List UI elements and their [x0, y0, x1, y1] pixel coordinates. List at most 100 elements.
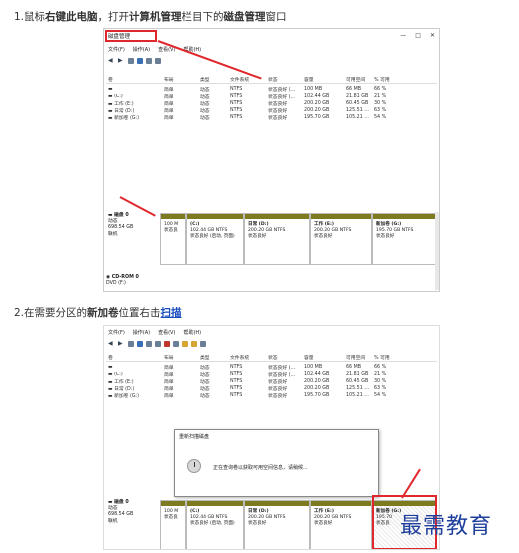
col-capacity[interactable]: 容量: [304, 354, 346, 361]
menu-file[interactable]: 文件(F): [108, 46, 125, 55]
partition-c[interactable]: (C:) 102.44 GB NTFS 状态良好 (启动, 页面): [186, 213, 244, 265]
partition-bar: [245, 501, 309, 506]
volume-filesystem: NTFS: [230, 114, 243, 120]
list-icon[interactable]: [155, 58, 161, 64]
watermark-text: 最需教育: [400, 514, 493, 539]
scan-link[interactable]: 扫描: [161, 307, 182, 319]
col-filesystem[interactable]: 文件系统: [230, 76, 268, 83]
table-row[interactable]: ▬ (C:) 简单 动态 NTFS 状态良好 (... 102.44 GB 21…: [106, 371, 437, 378]
table-row[interactable]: ▬ 日常 (D:) 简单 动态 NTFS 状态良好 200.20 GB 125.…: [106, 385, 437, 392]
menu-action[interactable]: 操作(A): [133, 46, 150, 55]
volume-capacity: 200.20 GB: [304, 385, 330, 391]
checkmark-icon[interactable]: [173, 341, 179, 347]
back-arrow-icon[interactable]: ◀: [108, 341, 115, 347]
partition-e[interactable]: 工作 (E:) 200.20 GB NTFS 状态良好: [310, 213, 372, 265]
list-icon[interactable]: [155, 341, 161, 347]
volume-status: 状态良好: [268, 386, 288, 392]
table-row[interactable]: ▬ (C:) 简单 动态 NTFS 状态良好 (... 102.44 GB 21…: [106, 93, 437, 100]
volume-filesystem: NTFS: [230, 392, 243, 398]
table-row[interactable]: ▬ 新加卷 (G:) 简单 动态 NTFS 状态良好 195.70 GB 105…: [106, 114, 437, 121]
properties-icon[interactable]: [146, 58, 152, 64]
partition-g[interactable]: 新加卷 (G:) 195.70 GB NTFS 状态良好: [372, 213, 436, 265]
partition-d[interactable]: 日常 (D:) 200.20 GB NTFS 状态良好: [244, 500, 310, 549]
disk-name: 磁盘 0: [114, 213, 129, 218]
col-percent[interactable]: % 可用: [374, 354, 406, 361]
volume-name: ▬ 工作 (E:): [108, 379, 134, 385]
cdrom-label[interactable]: ◉ CD-ROM 0 DVD (F:): [106, 275, 139, 287]
volume-layout: 简单: [164, 94, 174, 100]
properties-icon[interactable]: [146, 341, 152, 347]
volume-type: 动态: [200, 101, 210, 107]
table-row[interactable]: ▬ 工作 (E:) 简单 动态 NTFS 状态良好 200.20 GB 60.4…: [106, 100, 437, 107]
col-free[interactable]: 可用空间: [346, 76, 374, 83]
col-capacity[interactable]: 容量: [304, 76, 346, 83]
partition-d[interactable]: 日常 (D:) 200.20 GB NTFS 状态良好: [244, 213, 310, 265]
menu-view[interactable]: 查看(V): [158, 329, 175, 338]
view-icon[interactable]: [200, 341, 206, 347]
col-layout[interactable]: 布局: [164, 76, 200, 83]
volume-layout: 简单: [164, 365, 174, 371]
partition-c[interactable]: (C:) 102.44 GB NTFS 状态良好 (启动, 页面): [186, 500, 244, 549]
table-row[interactable]: ▬ 新加卷 (G:) 简单 动态 NTFS 状态良好 195.70 GB 105…: [106, 392, 437, 399]
volume-name: ▬ (C:): [108, 93, 123, 99]
step-text: ，打开: [97, 11, 130, 23]
volume-free: 66 MB: [346, 86, 362, 92]
scrollbar[interactable]: [435, 212, 439, 290]
col-type[interactable]: 类型: [200, 76, 230, 83]
volume-status: 状态良好: [268, 115, 288, 121]
col-free[interactable]: 可用空间: [346, 354, 374, 361]
maximize-button[interactable]: □: [415, 32, 421, 39]
search-icon[interactable]: [191, 341, 197, 347]
partition-system[interactable]: 100 M 状态良: [160, 500, 186, 549]
table-row[interactable]: ▬ 简单 动态 NTFS 状态良好 (... 100 MB 66 MB 66 %: [106, 364, 437, 371]
window-controls: — □ ✕: [400, 32, 435, 39]
volume-percent: 30 %: [374, 378, 387, 384]
step-bold: 磁盘管理: [223, 11, 266, 23]
table-row[interactable]: ▬ 工作 (E:) 简单 动态 NTFS 状态良好 200.20 GB 60.4…: [106, 378, 437, 385]
col-layout[interactable]: 布局: [164, 354, 200, 361]
col-volume[interactable]: 卷: [106, 354, 164, 361]
volume-type: 动态: [200, 393, 210, 399]
volume-name: ▬: [108, 86, 113, 92]
volume-type: 动态: [200, 365, 210, 371]
forward-arrow-icon[interactable]: ▶: [118, 58, 125, 64]
volume-percent: 54 %: [374, 392, 387, 398]
volume-capacity: 195.70 GB: [304, 392, 330, 398]
disk-0-label[interactable]: ▬ 磁盘 0 动态 698.54 GB 联机: [106, 213, 158, 238]
console-icon[interactable]: [128, 58, 134, 64]
volume-free: 60.45 GB: [346, 100, 369, 106]
delete-icon[interactable]: [164, 341, 170, 347]
table-row[interactable]: ▬ 简单 动态 NTFS 状态良好 (... 100 MB 66 MB 66 %: [106, 86, 437, 93]
partition-bar: [161, 214, 185, 219]
volume-layout: 简单: [164, 372, 174, 378]
menu-file[interactable]: 文件(F): [108, 329, 125, 338]
partition-system[interactable]: 100 M 状态良: [160, 213, 186, 265]
menu-help[interactable]: 帮助(H): [183, 329, 201, 338]
disk-status: 联机: [108, 231, 118, 237]
partition-bar: [245, 214, 309, 219]
volume-type: 动态: [200, 386, 210, 392]
menu-action[interactable]: 操作(A): [133, 329, 150, 338]
partition-e[interactable]: 工作 (E:) 200.20 GB NTFS 状态良好: [310, 500, 372, 549]
volume-filesystem: NTFS: [230, 93, 243, 99]
table-row[interactable]: ▬ 日常 (D:) 简单 动态 NTFS 状态良好 200.20 GB 125.…: [106, 107, 437, 114]
col-status[interactable]: 状态: [268, 354, 304, 361]
help-icon[interactable]: [137, 58, 143, 64]
disk-0-label[interactable]: ▬ 磁盘 0 动态 698.54 GB 联机: [106, 500, 158, 525]
col-type[interactable]: 类型: [200, 354, 230, 361]
menu-bar: 文件(F) 操作(A) 查看(V) 帮助(H): [104, 46, 439, 55]
col-percent[interactable]: % 可用: [374, 76, 406, 83]
minimize-button[interactable]: —: [400, 32, 406, 39]
step-1-caption: 1.鼠标右键此电脑，打开计算机管理栏目下的磁盘管理窗口: [14, 9, 287, 24]
volume-free: 66 MB: [346, 364, 362, 370]
col-status[interactable]: 状态: [268, 76, 304, 83]
forward-arrow-icon[interactable]: ▶: [118, 341, 125, 347]
folder-icon[interactable]: [182, 341, 188, 347]
console-icon[interactable]: [128, 341, 134, 347]
col-filesystem[interactable]: 文件系统: [230, 354, 268, 361]
col-volume[interactable]: 卷: [106, 76, 164, 83]
volume-name: ▬ 工作 (E:): [108, 101, 134, 107]
back-arrow-icon[interactable]: ◀: [108, 58, 115, 64]
help-icon[interactable]: [137, 341, 143, 347]
close-button[interactable]: ✕: [430, 32, 435, 39]
